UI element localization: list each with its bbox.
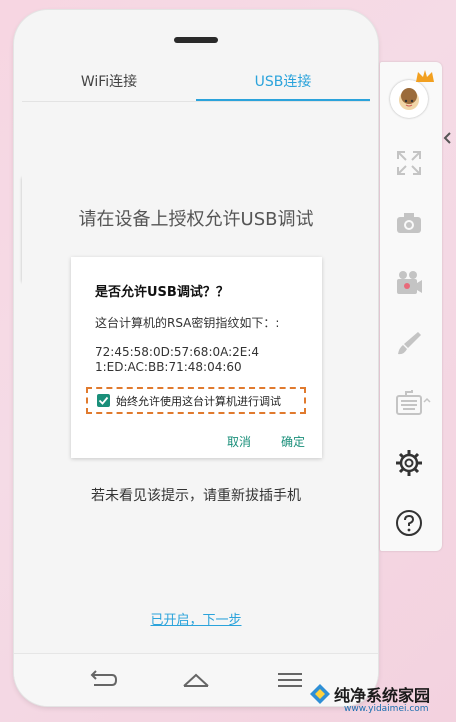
- tab-active-indicator: [196, 99, 370, 101]
- crown-icon: [414, 68, 436, 88]
- rsa-fingerprint: 72:45:58:0D:57:68:0A:2E:4 1:ED:AC:BB:71:…: [95, 345, 295, 375]
- help-icon[interactable]: [394, 508, 424, 538]
- collapse-arrow-icon[interactable]: [442, 128, 454, 148]
- tool-sidebar: [380, 62, 442, 551]
- tab-usb[interactable]: USB连接: [196, 63, 370, 101]
- tab-wifi[interactable]: WiFi连接: [22, 63, 196, 101]
- watermark-url: www.yidaimei.com: [344, 704, 429, 714]
- usb-debug-dialog: 是否允许USB调试？？ 这台计算机的RSA密钥指纹如下：: 72:45:58:0…: [71, 257, 322, 458]
- dialog-title: 是否允许USB调试？？: [95, 285, 229, 300]
- fingerprint-line-2: 1:ED:AC:BB:71:48:04:60: [95, 360, 242, 374]
- usb-instruction-text: 请在设备上授权允许USB调试: [78, 209, 314, 230]
- watermark-title: 纯净系统家园: [334, 686, 431, 705]
- home-icon[interactable]: [176, 666, 216, 694]
- dialog-description: 这台计算机的RSA密钥指纹如下：:: [95, 316, 280, 330]
- phone-frame: WiFi连接 USB连接 请在设备上授权允许USB调试 是否允许USB调试？？ …: [14, 10, 378, 706]
- always-allow-checkbox[interactable]: [97, 394, 110, 407]
- phone-speaker: [174, 37, 218, 43]
- fullscreen-icon[interactable]: [394, 148, 424, 178]
- watermark-logo-icon: [310, 684, 330, 704]
- back-icon[interactable]: [82, 666, 122, 694]
- always-allow-row[interactable]: 始终允许使用这台计算机进行调试: [86, 387, 306, 414]
- brush-icon[interactable]: [394, 328, 424, 358]
- confirm-button[interactable]: 确定: [281, 433, 305, 450]
- replug-hint: 若未看见该提示，请重新拔插手机: [91, 488, 301, 504]
- phone-screen: WiFi连接 USB连接 请在设备上授权允许USB调试 是否允许USB调试？？ …: [22, 63, 370, 653]
- always-allow-label: 始终允许使用这台计算机进行调试: [116, 395, 281, 408]
- watermark: 纯净系统家园 www.yidaimei.com: [304, 680, 454, 720]
- fingerprint-line-1: 72:45:58:0D:57:68:0A:2E:4: [95, 345, 260, 359]
- camera-icon[interactable]: [394, 208, 424, 238]
- connection-tabs: WiFi连接 USB连接: [22, 63, 370, 102]
- keyboard-icon[interactable]: [394, 388, 431, 418]
- cancel-button[interactable]: 取消: [227, 433, 251, 450]
- settings-icon[interactable]: [394, 448, 424, 478]
- next-step-link[interactable]: 已开启，下一步: [22, 609, 370, 628]
- video-record-icon[interactable]: [394, 268, 424, 298]
